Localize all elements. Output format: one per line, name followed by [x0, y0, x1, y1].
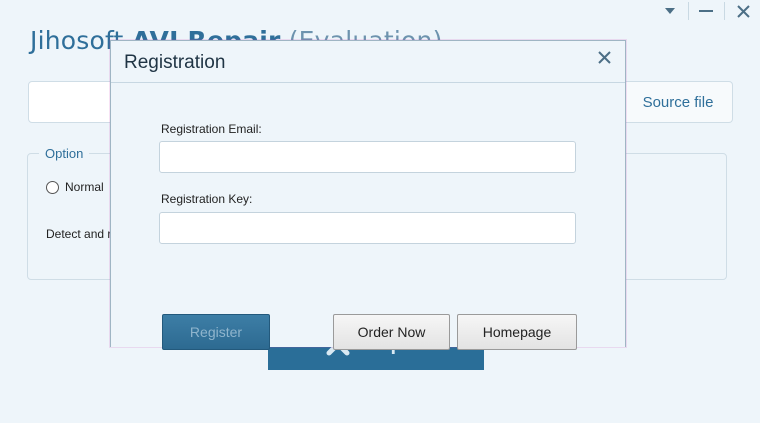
dialog-title: Registration — [124, 52, 226, 73]
close-icon — [736, 4, 750, 18]
email-field[interactable] — [159, 141, 576, 173]
radio-circle[interactable] — [46, 180, 59, 194]
minimize-button[interactable] — [693, 0, 719, 22]
window-close-button[interactable] — [730, 0, 756, 22]
chevron-down-icon — [665, 8, 675, 14]
divider — [724, 2, 725, 20]
registration-dialog: Registration Registration Email: Registr… — [110, 40, 626, 350]
radio-normal[interactable]: Normal — [46, 180, 104, 194]
dialog-close-button[interactable] — [593, 46, 615, 68]
radio-normal-label: Normal — [65, 180, 104, 194]
email-label: Registration Email: — [161, 122, 262, 136]
key-field[interactable] — [159, 212, 576, 244]
key-label: Registration Key: — [161, 192, 253, 206]
window-menu-button[interactable] — [655, 0, 685, 22]
homepage-button[interactable]: Homepage — [457, 314, 577, 350]
close-icon — [597, 50, 611, 64]
divider — [688, 2, 689, 20]
option-legend: Option — [39, 146, 90, 161]
detect-description: Detect and re — [46, 227, 119, 241]
minimize-icon — [699, 10, 713, 12]
register-button[interactable]: Register — [162, 314, 270, 350]
source-file-button[interactable]: Source file — [624, 81, 733, 123]
dialog-body: Registration Email: Registration Key: Re… — [111, 82, 625, 350]
order-now-button[interactable]: Order Now — [333, 314, 450, 350]
